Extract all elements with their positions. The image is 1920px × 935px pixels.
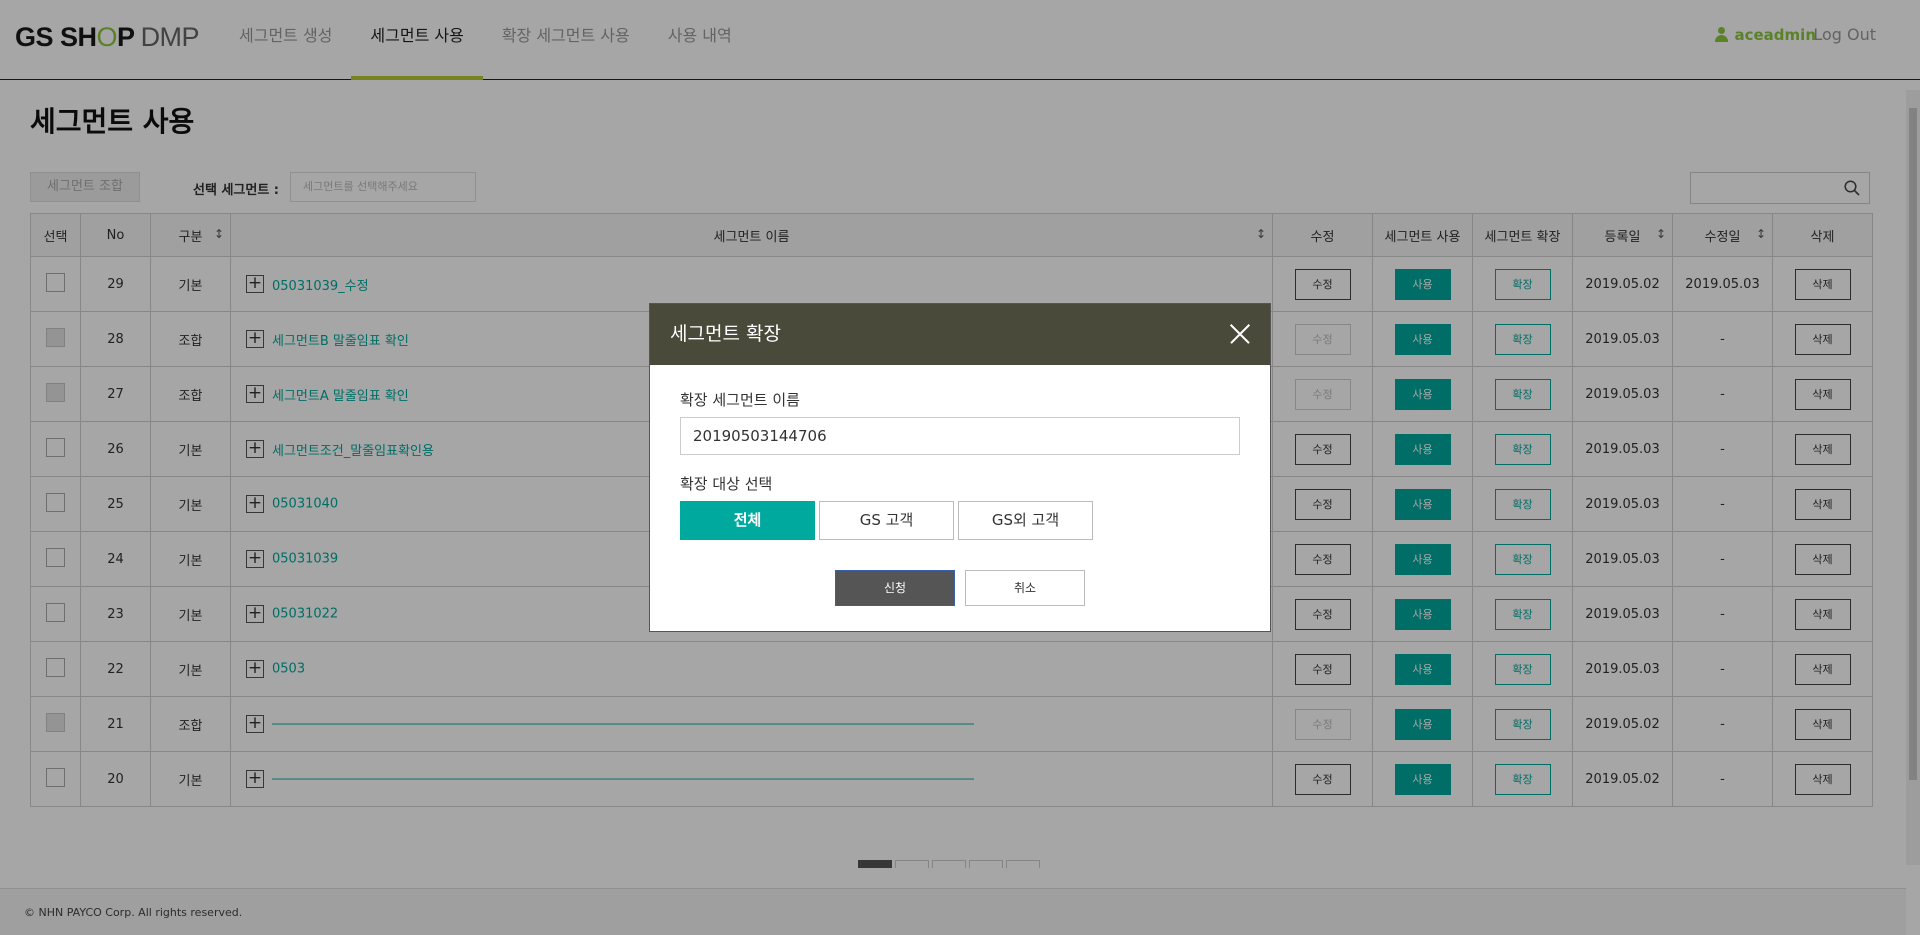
close-icon[interactable]: [1230, 324, 1250, 344]
modal-title: 세그먼트 확장: [670, 323, 781, 345]
extend-name-input[interactable]: 20190503144706: [680, 417, 1240, 455]
extend-target-label: 확장 대상 선택: [680, 475, 773, 493]
cancel-button[interactable]: 취소: [965, 570, 1085, 606]
target-option-non-gs-customer[interactable]: GS외 고객: [958, 501, 1093, 540]
target-option-all[interactable]: 전체: [680, 501, 815, 540]
segment-extend-modal: 세그먼트 확장 확장 세그먼트 이름 20190503144706 확장 대상 …: [649, 303, 1271, 632]
extend-name-label: 확장 세그먼트 이름: [680, 391, 800, 409]
modal-header: 세그먼트 확장: [650, 304, 1270, 365]
target-option-gs-customer[interactable]: GS 고객: [819, 501, 954, 540]
apply-button[interactable]: 신청: [835, 570, 955, 606]
